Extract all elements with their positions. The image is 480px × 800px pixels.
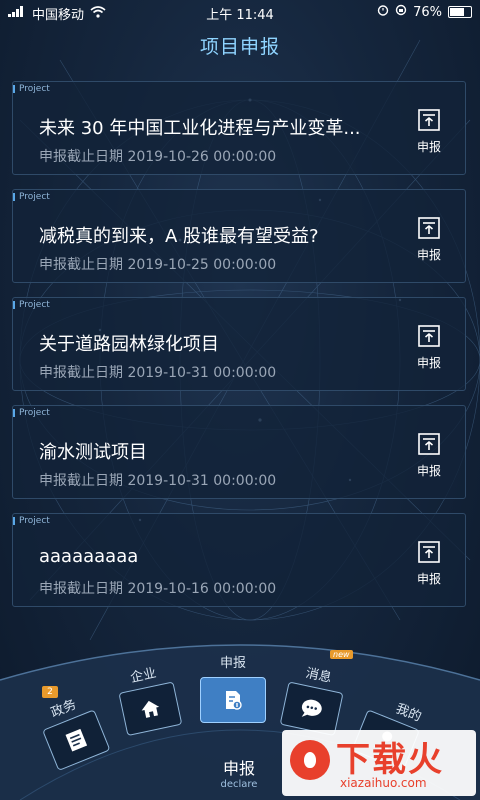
project-tag-marker — [13, 409, 15, 417]
project-deadline: 申报截止日期 2019-10-26 00:00:00 — [39, 149, 277, 165]
project-card[interactable]: Project 减税真的到来，A 股谁最有望受益? 申报截止日期 2019-10-2… — [12, 189, 466, 283]
declare-action-icon — [411, 216, 447, 240]
project-tag-marker — [13, 85, 15, 93]
project-tag-marker — [13, 517, 15, 525]
watermark-url: xiazaihuo.com — [340, 776, 427, 790]
declare-action-label: 申报 — [416, 464, 441, 478]
project-deadline: 申报截止日期 2019-10-25 00:00:00 — [39, 257, 277, 273]
declare-action-label: 申报 — [416, 572, 441, 586]
project-card[interactable]: Project 渝水测试项目申报截止日期 2019-10-31 00:00:00 申… — [12, 405, 466, 499]
project-card[interactable]: Project 关于道路园林绿化项目申报截止日期 2019-10-31 00:00… — [12, 297, 466, 391]
project-title: aaaaaaaaa — [39, 546, 139, 567]
project-card[interactable]: Project 未来 30 年中国工业化进程与产业变革... 申报截止日期 2019… — [12, 81, 466, 175]
project-tag: Project — [19, 408, 50, 418]
battery-percent: 76% — [413, 4, 442, 20]
watermark-logo: 下载火 xiazaihuo.com — [282, 730, 476, 796]
project-title: 未来 30 年中国工业化进程与产业变革... — [39, 118, 361, 139]
project-title: 渝水测试项目 — [39, 442, 147, 463]
declare-action-label: 申报 — [416, 248, 441, 262]
government-badge: 2 — [42, 686, 58, 698]
declare-file-icon — [200, 677, 266, 723]
project-title: 减税真的到来，A 股谁最有望受益? — [39, 226, 319, 247]
watermark-text: 下载火 — [336, 740, 444, 780]
dock-item-declare[interactable]: 申报 — [200, 652, 266, 723]
flame-icon — [290, 740, 330, 780]
project-tag: Project — [19, 516, 50, 526]
battery-icon — [448, 6, 472, 18]
project-deadline: 申报截止日期 2019-10-31 00:00:00 — [39, 473, 277, 489]
declare-action-icon — [411, 540, 447, 564]
project-tag: Project — [19, 300, 50, 310]
rotation-lock-icon — [395, 4, 407, 20]
declare-action-label: 申报 — [416, 356, 441, 370]
dock-label-declare: 申报 — [219, 656, 246, 671]
project-tag: Project — [19, 192, 50, 202]
project-tag-marker — [13, 193, 15, 201]
declare-action-button[interactable]: 申报 — [411, 216, 447, 263]
declare-action-button[interactable]: 申报 — [411, 540, 447, 587]
project-deadline: 申报截止日期 2019-10-16 00:00:00 — [39, 581, 277, 597]
declare-action-button[interactable]: 申报 — [411, 324, 447, 371]
declare-action-icon — [411, 108, 447, 132]
declare-action-icon — [411, 324, 447, 348]
project-deadline: 申报截止日期 2019-10-31 00:00:00 — [39, 365, 277, 381]
project-title: 关于道路园林绿化项目 — [39, 334, 219, 355]
declare-action-button[interactable]: 申报 — [411, 432, 447, 479]
declare-action-icon — [411, 432, 447, 456]
alarm-icon — [377, 4, 389, 20]
messages-new-badge: new — [330, 650, 353, 659]
declare-action-button[interactable]: 申报 — [411, 108, 447, 155]
page-title: 项目申报 — [199, 36, 280, 58]
project-tag: Project — [19, 84, 50, 94]
project-card[interactable]: Project aaaaaaaaa 申报截止日期 2019-10-16 00:00:… — [12, 513, 466, 607]
status-bar: 中国移动 上午 11:44 76% — [0, 0, 480, 24]
project-tag-marker — [13, 301, 15, 309]
declare-action-label: 申报 — [416, 140, 441, 154]
